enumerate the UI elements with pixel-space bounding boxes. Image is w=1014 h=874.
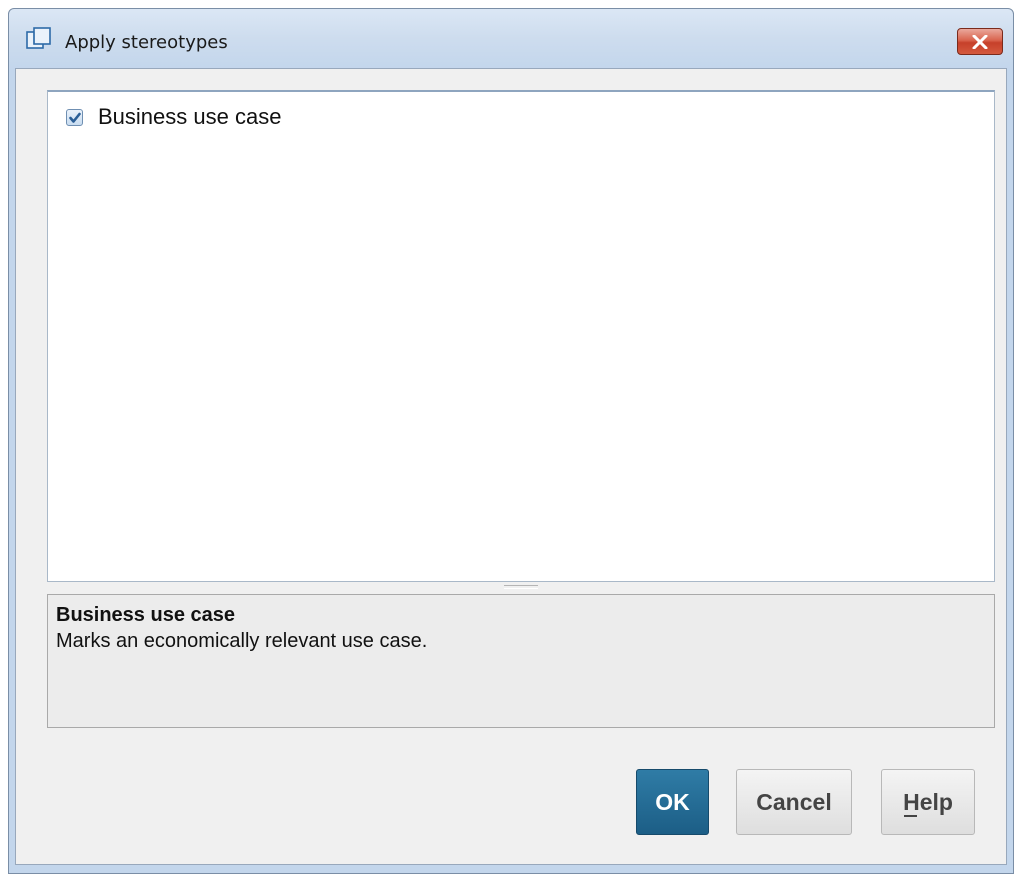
checkmark-icon	[69, 112, 81, 123]
dialog-body: Business use case Business use case Mark…	[15, 68, 1007, 865]
list-item[interactable]: Business use case	[66, 103, 281, 131]
description-panel: Business use case Marks an economically …	[47, 594, 995, 728]
help-button-label: Help	[903, 788, 953, 815]
panel-splitter[interactable]	[47, 582, 995, 592]
description-title: Business use case	[56, 604, 235, 626]
mnemonic-underline	[904, 815, 917, 817]
title-bar[interactable]: Apply stereotypes	[9, 9, 1013, 69]
cancel-button[interactable]: Cancel	[736, 769, 852, 835]
window-title: Apply stereotypes	[65, 32, 228, 53]
splitter-grip-icon	[504, 585, 538, 589]
list-item-label: Business use case	[98, 104, 282, 129]
window-icon	[26, 27, 54, 51]
ok-button[interactable]: OK	[636, 769, 709, 835]
description-text: Marks an economically relevant use case.	[56, 630, 428, 652]
apply-stereotypes-dialog: Apply stereotypes Business use case Busi…	[8, 8, 1014, 874]
help-button[interactable]: Help	[881, 769, 975, 835]
stereotype-checkbox[interactable]	[66, 108, 83, 126]
close-button[interactable]	[957, 28, 1003, 55]
stereotype-list[interactable]: Business use case	[47, 90, 995, 582]
